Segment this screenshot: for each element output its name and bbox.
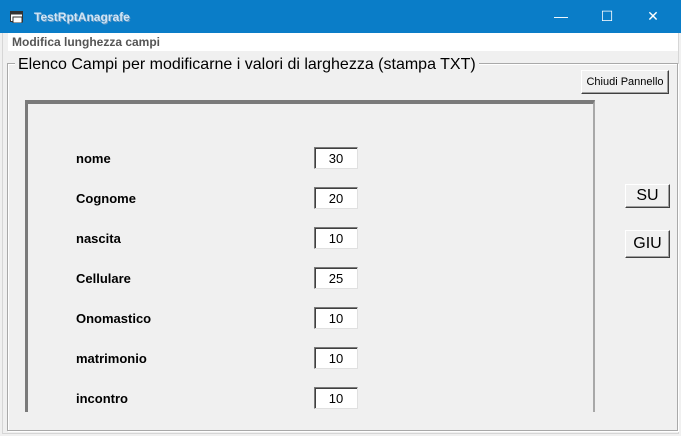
field-label: nome: [76, 151, 111, 166]
close-panel-button[interactable]: Chiudi Pannello: [581, 70, 669, 94]
field-label: Cellulare: [76, 271, 131, 286]
field-label: Cognome: [76, 191, 136, 206]
title-bar[interactable]: TestRptAnagrafe — ☐ ✕: [0, 0, 681, 33]
field-label: incontro: [76, 391, 128, 406]
field-width-input[interactable]: [314, 147, 358, 169]
field-width-input[interactable]: [314, 267, 358, 289]
field-width-input[interactable]: [314, 387, 358, 409]
app-icon: [10, 10, 24, 24]
section-header: Modifica lunghezza campi: [8, 33, 678, 51]
field-width-input[interactable]: [314, 347, 358, 369]
field-label: matrimonio: [76, 351, 147, 366]
field-row: Cellulare: [28, 267, 588, 295]
field-label: Onomastico: [76, 311, 152, 326]
field-width-input[interactable]: [314, 187, 358, 209]
move-up-button[interactable]: SU: [625, 184, 670, 208]
minimize-icon[interactable]: —: [538, 0, 584, 33]
field-row: Onomastico: [28, 307, 588, 335]
field-width-input[interactable]: [314, 307, 358, 329]
groupbox-caption: Elenco Campi per modificarne i valori di…: [15, 56, 479, 74]
fields-panel: nome Cognome nascita Cellulare Onomastic…: [25, 100, 595, 412]
window-title: TestRptAnagrafe: [34, 10, 130, 24]
close-icon[interactable]: ✕: [630, 0, 676, 33]
maximize-icon[interactable]: ☐: [584, 0, 630, 33]
move-down-button[interactable]: GIU: [625, 230, 670, 258]
field-row: Cognome: [28, 187, 588, 215]
field-row: incontro: [28, 387, 588, 412]
field-row: matrimonio: [28, 347, 588, 375]
field-label: nascita: [76, 231, 121, 246]
field-width-input[interactable]: [314, 227, 358, 249]
field-row: nascita: [28, 227, 588, 255]
section-title: Modifica lunghezza campi: [12, 35, 161, 49]
field-row: nome: [28, 147, 588, 175]
